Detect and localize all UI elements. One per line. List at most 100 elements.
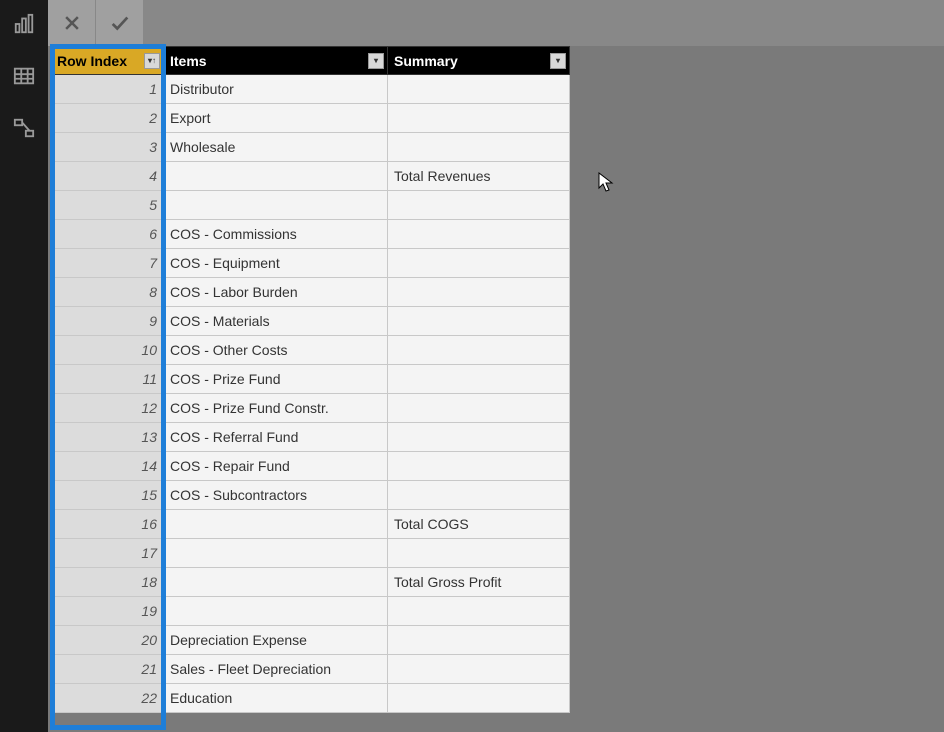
- table-row[interactable]: 19: [51, 597, 570, 626]
- table-row[interactable]: 6COS - Commissions: [51, 220, 570, 249]
- row-index-cell[interactable]: 12: [51, 394, 164, 423]
- items-cell[interactable]: [164, 162, 388, 191]
- table-row[interactable]: 21Sales - Fleet Depreciation: [51, 655, 570, 684]
- row-index-cell[interactable]: 20: [51, 626, 164, 655]
- summary-cell[interactable]: [388, 249, 570, 278]
- table-row[interactable]: 8COS - Labor Burden: [51, 278, 570, 307]
- row-index-cell[interactable]: 11: [51, 365, 164, 394]
- summary-cell[interactable]: [388, 626, 570, 655]
- summary-cell[interactable]: [388, 220, 570, 249]
- table-row[interactable]: 17: [51, 539, 570, 568]
- row-index-cell[interactable]: 5: [51, 191, 164, 220]
- column-header-items[interactable]: Items ▾: [164, 47, 388, 75]
- items-cell[interactable]: [164, 597, 388, 626]
- table-row[interactable]: 5: [51, 191, 570, 220]
- items-cell[interactable]: COS - Materials: [164, 307, 388, 336]
- table-row[interactable]: 16 Total COGS: [51, 510, 570, 539]
- summary-cell[interactable]: [388, 104, 570, 133]
- table-row[interactable]: 4 Total Revenues: [51, 162, 570, 191]
- column-header-row-index[interactable]: Row Index ▾↑: [51, 47, 164, 75]
- items-cell[interactable]: [164, 191, 388, 220]
- model-view-icon[interactable]: [8, 112, 40, 144]
- row-index-cell[interactable]: 16: [51, 510, 164, 539]
- dropdown-icon[interactable]: ▾: [368, 53, 384, 69]
- items-cell[interactable]: COS - Subcontractors: [164, 481, 388, 510]
- row-index-cell[interactable]: 8: [51, 278, 164, 307]
- summary-cell[interactable]: [388, 278, 570, 307]
- items-cell[interactable]: COS - Referral Fund: [164, 423, 388, 452]
- items-cell[interactable]: COS - Labor Burden: [164, 278, 388, 307]
- column-header-summary[interactable]: Summary ▾: [388, 47, 570, 75]
- row-index-cell[interactable]: 15: [51, 481, 164, 510]
- table-row[interactable]: 18 Total Gross Profit: [51, 568, 570, 597]
- summary-cell[interactable]: [388, 423, 570, 452]
- items-cell[interactable]: [164, 539, 388, 568]
- row-index-cell[interactable]: 1: [51, 75, 164, 104]
- formula-input[interactable]: [144, 0, 944, 46]
- report-view-icon[interactable]: [8, 8, 40, 40]
- items-cell[interactable]: Education: [164, 684, 388, 713]
- summary-cell[interactable]: [388, 365, 570, 394]
- table-row[interactable]: 9COS - Materials: [51, 307, 570, 336]
- summary-cell[interactable]: Total Gross Profit: [388, 568, 570, 597]
- data-view-icon[interactable]: [8, 60, 40, 92]
- row-index-cell[interactable]: 14: [51, 452, 164, 481]
- table-row[interactable]: 22Education: [51, 684, 570, 713]
- table-row[interactable]: 2Export: [51, 104, 570, 133]
- summary-cell[interactable]: [388, 597, 570, 626]
- row-index-cell[interactable]: 10: [51, 336, 164, 365]
- table-row[interactable]: 3Wholesale: [51, 133, 570, 162]
- summary-cell[interactable]: [388, 191, 570, 220]
- items-cell[interactable]: Distributor: [164, 75, 388, 104]
- row-index-cell[interactable]: 17: [51, 539, 164, 568]
- row-index-cell[interactable]: 13: [51, 423, 164, 452]
- summary-cell[interactable]: Total Revenues: [388, 162, 570, 191]
- summary-cell[interactable]: [388, 75, 570, 104]
- table-row[interactable]: 1Distributor: [51, 75, 570, 104]
- summary-cell[interactable]: [388, 539, 570, 568]
- items-cell[interactable]: COS - Commissions: [164, 220, 388, 249]
- table-row[interactable]: 15COS - Subcontractors: [51, 481, 570, 510]
- summary-cell[interactable]: [388, 133, 570, 162]
- summary-cell[interactable]: [388, 655, 570, 684]
- items-cell[interactable]: Export: [164, 104, 388, 133]
- cancel-formula-button[interactable]: [48, 0, 96, 46]
- summary-cell[interactable]: [388, 481, 570, 510]
- sort-ascending-icon[interactable]: ▾↑: [144, 53, 160, 69]
- table-row[interactable]: 13COS - Referral Fund: [51, 423, 570, 452]
- row-index-cell[interactable]: 9: [51, 307, 164, 336]
- table-row[interactable]: 7COS - Equipment: [51, 249, 570, 278]
- items-cell[interactable]: COS - Repair Fund: [164, 452, 388, 481]
- row-index-cell[interactable]: 6: [51, 220, 164, 249]
- items-cell[interactable]: [164, 568, 388, 597]
- row-index-cell[interactable]: 4: [51, 162, 164, 191]
- summary-cell[interactable]: [388, 452, 570, 481]
- items-cell[interactable]: Depreciation Expense: [164, 626, 388, 655]
- summary-cell[interactable]: [388, 394, 570, 423]
- row-index-cell[interactable]: 22: [51, 684, 164, 713]
- row-index-cell[interactable]: 7: [51, 249, 164, 278]
- items-cell[interactable]: COS - Other Costs: [164, 336, 388, 365]
- items-cell[interactable]: COS - Prize Fund Constr.: [164, 394, 388, 423]
- confirm-formula-button[interactable]: [96, 0, 144, 46]
- table-row[interactable]: 11COS - Prize Fund: [51, 365, 570, 394]
- dropdown-icon[interactable]: ▾: [550, 53, 566, 69]
- table-row[interactable]: 10COS - Other Costs: [51, 336, 570, 365]
- row-index-cell[interactable]: 19: [51, 597, 164, 626]
- row-index-cell[interactable]: 2: [51, 104, 164, 133]
- items-cell[interactable]: COS - Equipment: [164, 249, 388, 278]
- summary-cell[interactable]: [388, 307, 570, 336]
- summary-cell[interactable]: [388, 336, 570, 365]
- table-row[interactable]: 12COS - Prize Fund Constr.: [51, 394, 570, 423]
- table-row[interactable]: 20Depreciation Expense: [51, 626, 570, 655]
- summary-cell[interactable]: Total COGS: [388, 510, 570, 539]
- row-index-cell[interactable]: 21: [51, 655, 164, 684]
- items-cell[interactable]: COS - Prize Fund: [164, 365, 388, 394]
- row-index-cell[interactable]: 3: [51, 133, 164, 162]
- row-index-cell[interactable]: 18: [51, 568, 164, 597]
- items-cell[interactable]: Sales - Fleet Depreciation: [164, 655, 388, 684]
- items-cell[interactable]: Wholesale: [164, 133, 388, 162]
- summary-cell[interactable]: [388, 684, 570, 713]
- items-cell[interactable]: [164, 510, 388, 539]
- table-row[interactable]: 14COS - Repair Fund: [51, 452, 570, 481]
